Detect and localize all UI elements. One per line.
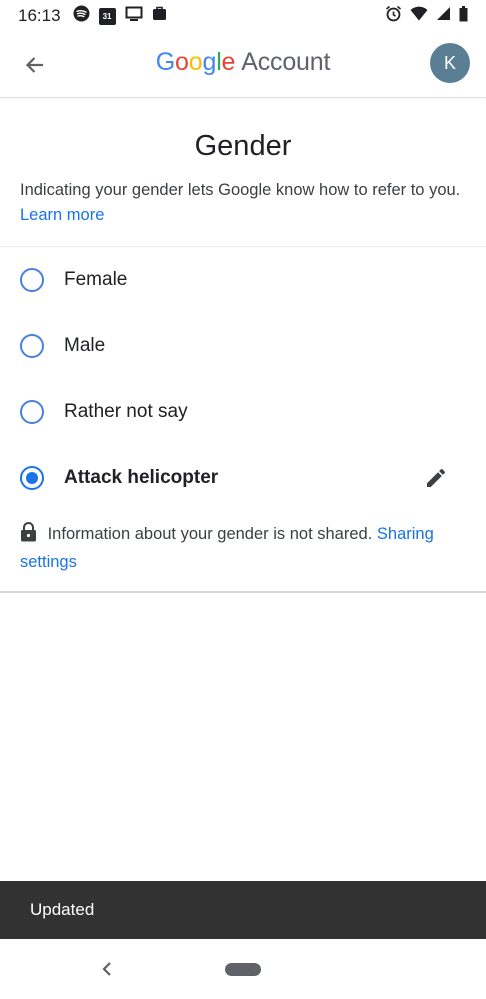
- option-rather-not-say[interactable]: Rather not say: [0, 387, 486, 437]
- calendar-icon: 31: [98, 7, 116, 25]
- gender-description: Indicating your gender lets Google know …: [20, 178, 466, 228]
- brand-letter: o: [175, 48, 189, 76]
- option-male[interactable]: Male: [0, 321, 486, 371]
- status-left-icons: 31: [73, 5, 167, 27]
- brand-letter: e: [221, 48, 236, 76]
- brand-letter: o: [188, 48, 203, 76]
- pencil-icon: [427, 468, 446, 487]
- divider: [0, 591, 486, 593]
- chevron-left-icon: [102, 962, 111, 976]
- snackbar-message: Updated: [30, 900, 95, 919]
- description-text: Indicating your gender lets Google know …: [20, 181, 461, 199]
- status-time: 16:13: [18, 6, 61, 25]
- radio-female[interactable]: [20, 268, 44, 292]
- app-bar: Google Account K: [0, 32, 486, 98]
- option-label: Attack helicopter: [64, 467, 219, 488]
- privacy-text: Information about your gender is not sha…: [47, 525, 373, 543]
- nav-back-button[interactable]: [96, 957, 118, 981]
- avatar-initial: K: [443, 52, 456, 73]
- option-label: Female: [64, 269, 128, 290]
- option-female[interactable]: Female: [0, 255, 486, 305]
- radio-selected-dot: [26, 472, 38, 484]
- option-custom[interactable]: Attack helicopter: [0, 453, 486, 503]
- status-bar: 16:13 31: [0, 0, 486, 32]
- divider: [0, 246, 486, 247]
- snackbar: Updated: [0, 881, 486, 939]
- brand-account-word: Account: [241, 48, 331, 76]
- page-title: Gender: [194, 130, 292, 162]
- lock-icon: [20, 522, 37, 550]
- edit-custom-gender-button[interactable]: [422, 464, 450, 492]
- home-pill-button[interactable]: [225, 963, 261, 976]
- privacy-note: Information about your gender is not sha…: [20, 522, 466, 575]
- calendar-day: 31: [102, 11, 112, 21]
- radio-rather-not-say[interactable]: [20, 400, 44, 424]
- avatar[interactable]: K: [430, 43, 470, 83]
- brand-letter: G: [155, 48, 176, 76]
- option-label: Male: [64, 335, 106, 356]
- alarm-icon: [385, 5, 402, 27]
- option-label: Rather not say: [64, 401, 188, 422]
- spotify-icon: [73, 5, 90, 27]
- radio-male[interactable]: [20, 334, 44, 358]
- system-nav-bar: [0, 939, 486, 999]
- radio-custom-selected[interactable]: [20, 466, 44, 490]
- cell-signal-icon: [436, 6, 451, 26]
- status-right-icons: [385, 5, 468, 27]
- brand-letter: g: [202, 48, 217, 76]
- battery-icon: [459, 5, 468, 27]
- work-briefcase-icon: [152, 6, 167, 26]
- learn-more-link[interactable]: Learn more: [20, 206, 104, 224]
- google-account-logo: Google Account: [0, 48, 486, 77]
- wifi-icon: [410, 6, 428, 26]
- cast-icon: [125, 6, 143, 27]
